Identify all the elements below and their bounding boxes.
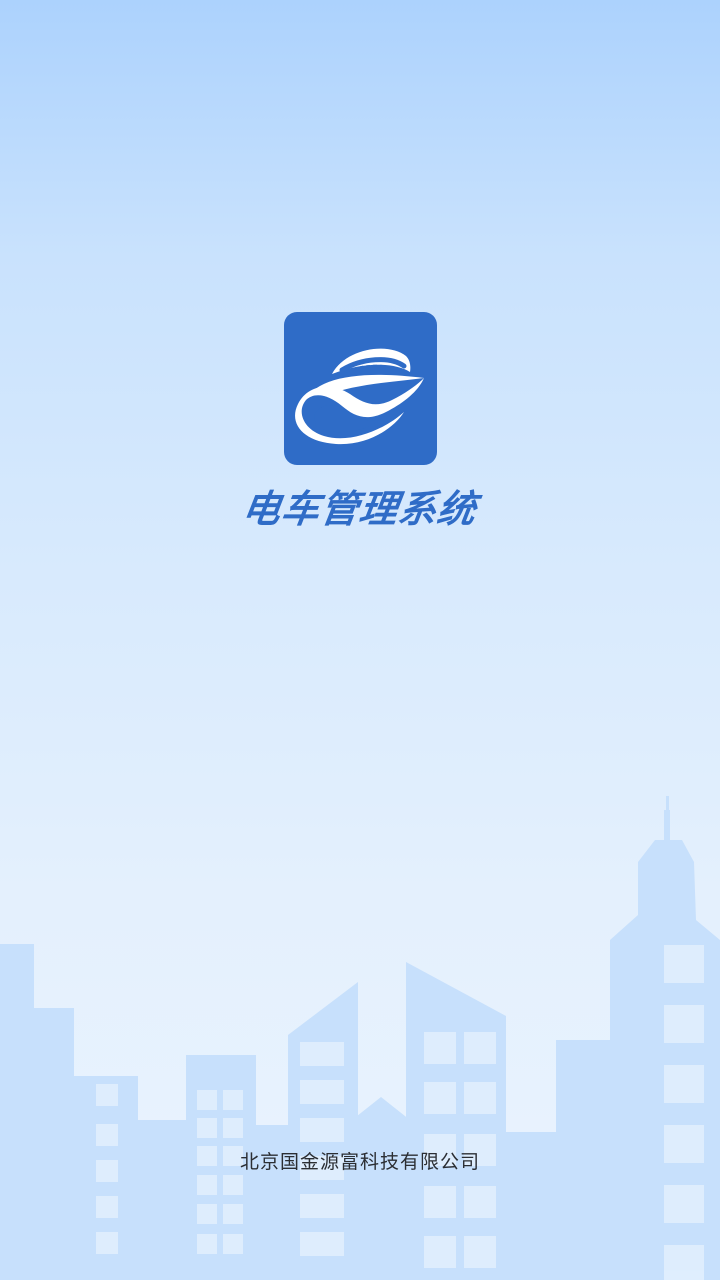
electric-car-logo-icon <box>295 348 424 445</box>
company-name: 北京国金源富科技有限公司 <box>239 1151 480 1173</box>
app-logo <box>284 312 437 465</box>
city-skyline-illustration <box>0 796 720 1280</box>
app-title: 电车管理系统 <box>239 487 480 531</box>
splash-screen: 电车管理系统 北京国金源富科技有限公司 <box>0 0 720 1280</box>
